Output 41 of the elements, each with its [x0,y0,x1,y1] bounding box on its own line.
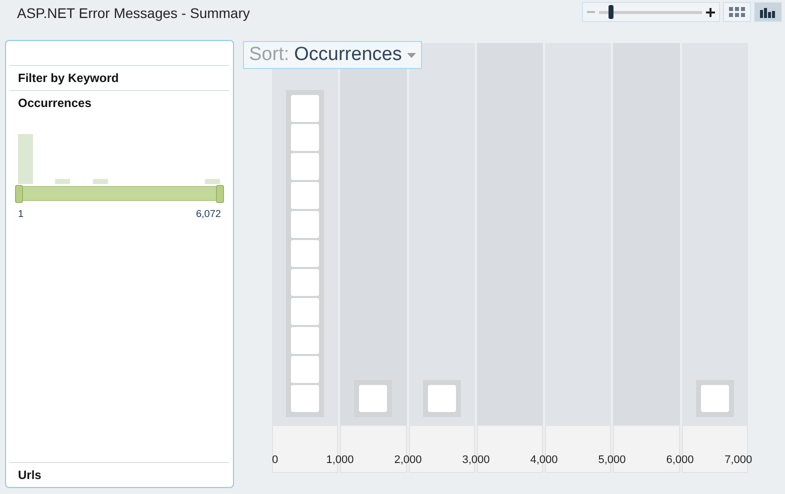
grid-view-button[interactable] [723,2,751,22]
range-max-label: 6,072 [196,209,221,220]
item-card[interactable] [291,124,320,151]
range-min-label: 1 [18,209,24,220]
axis-label: 5,000 [598,454,626,466]
axis-label: 3,000 [462,454,490,466]
plus-icon[interactable] [706,8,715,16]
zoom-slider[interactable] [582,2,720,22]
grid-icon [729,7,745,17]
bar-chart-icon [760,6,776,18]
axis-label: 4,000 [530,454,558,466]
axis-label: 6,000 [666,454,694,466]
slider-thumb[interactable] [608,4,614,18]
item-card[interactable] [291,240,320,267]
item-card[interactable] [291,269,320,296]
item-card[interactable] [428,385,456,412]
axis-label: 0 [272,454,278,466]
range-thumb[interactable] [15,185,23,203]
section-title[interactable]: Occurrences [18,96,221,110]
item-card[interactable] [291,211,320,238]
range-thumb[interactable] [216,185,224,203]
section-title[interactable]: Urls [18,468,221,482]
axis-label: 7,000 [724,454,752,466]
item-card[interactable] [291,153,320,180]
item-card[interactable] [291,95,320,122]
sort-dropdown[interactable]: Sort: Occurrences [243,41,422,69]
axis-label: 1,000 [326,454,354,466]
range-slider[interactable] [18,186,221,201]
section-title[interactable]: Filter by Keyword [18,71,221,85]
bar-view-button[interactable] [754,2,782,22]
item-card[interactable] [359,385,388,412]
minus-icon[interactable] [587,8,595,16]
item-card[interactable] [291,385,320,412]
item-card[interactable] [291,182,320,209]
item-card[interactable] [291,327,320,354]
item-card[interactable] [700,385,729,412]
axis-label: 2,000 [394,454,422,466]
item-card[interactable] [291,298,320,325]
window-title: ASP.NET Error Messages - Summary [17,5,250,21]
item-card[interactable] [291,356,320,383]
caret-icon [406,52,416,58]
